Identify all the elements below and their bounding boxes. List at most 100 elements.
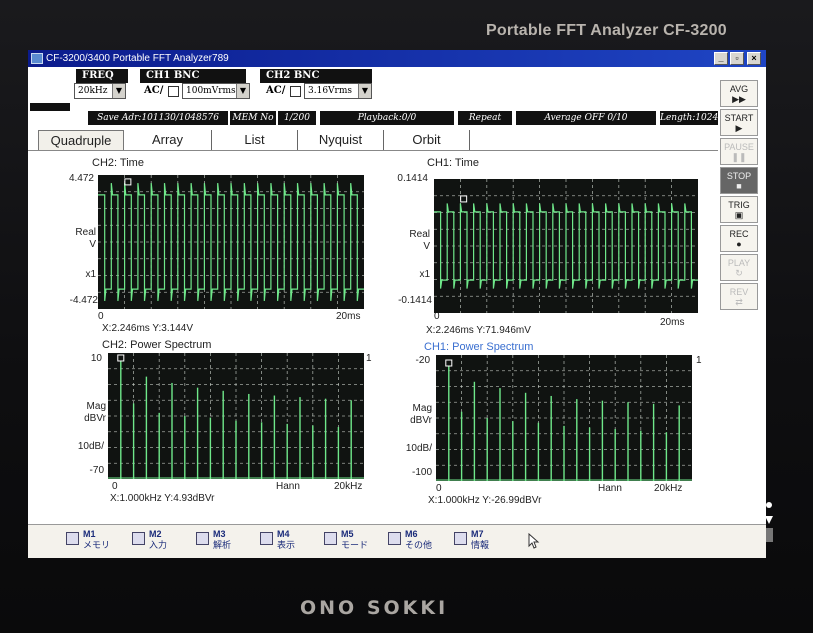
ch1-time-ymin: -0.1414 xyxy=(398,295,432,306)
play-icon: ▶ xyxy=(735,123,743,133)
window-title-bar: CF-3200/3400 Portable FFT Analyzer789 _ … xyxy=(28,50,766,67)
device-bezel: Portable FFT Analyzer CF-3200 ONO SOKKI … xyxy=(0,0,813,633)
plot-area: CH2: Time 4.472 Real V x1 -4.472 0 20ms … xyxy=(38,153,718,518)
menu-m5[interactable]: M5 モード xyxy=(324,529,386,553)
menu-m4-label: 表示 xyxy=(277,540,296,550)
stop-button[interactable]: STOP ■ xyxy=(720,167,758,194)
ch2-coupling-checkbox[interactable] xyxy=(290,86,301,97)
repeat-status: Repeat xyxy=(458,111,512,125)
rev-label: REV xyxy=(729,287,749,297)
stop-icon: ■ xyxy=(736,181,742,191)
other-icon xyxy=(388,532,401,545)
avg-label: AVG xyxy=(729,84,749,94)
play-button[interactable]: PLAY ↻ xyxy=(720,254,758,281)
menu-m2-label: 入力 xyxy=(149,540,168,550)
freq-select-value: 20kHz xyxy=(78,86,108,96)
ch1-time-xmax: 20ms xyxy=(660,317,685,328)
ch1-spectrum-ymin: -100 xyxy=(411,467,432,478)
menu-m7-key: M7 xyxy=(471,529,484,539)
info-icon xyxy=(454,532,467,545)
start-button[interactable]: START ▶ xyxy=(720,109,758,136)
view-tabs: Quadruple Array List Nyquist Orbit xyxy=(38,130,498,150)
ch2-time-yunit: V xyxy=(89,239,96,250)
menu-m3[interactable]: M3 解析 xyxy=(196,529,258,553)
rec-button[interactable]: REC ● xyxy=(720,225,758,252)
menu-m6[interactable]: M6 その他 xyxy=(388,529,450,553)
ch2-spectrum-scale: 10dB/ xyxy=(77,441,104,452)
ch1-spectrum-xmin: 0 xyxy=(436,483,442,494)
device-maker-logo: ONO SOKKI xyxy=(300,597,449,619)
rec-label: REC xyxy=(729,229,749,239)
ch2-range-select[interactable]: 3.16Vrms ▼ xyxy=(304,83,372,99)
minimize-button[interactable]: _ xyxy=(714,52,728,65)
ch1-spectrum-title: CH1: Power Spectrum xyxy=(424,341,534,353)
ch1-time-cursor-readout: X:2.246ms Y:71.946mV xyxy=(426,325,531,336)
ch2-spectrum-ymax: 10 xyxy=(90,353,102,364)
ch2-spectrum-cursor-readout: X:1.000kHz Y:4.93dBVr xyxy=(110,493,215,504)
ch2-time-ylabel: Real xyxy=(75,227,96,238)
menu-m5-label: モード xyxy=(341,540,369,550)
ch2-spectrum-xmax: 20kHz xyxy=(334,481,363,492)
menu-m7-label: 情報 xyxy=(471,540,490,550)
menu-m7[interactable]: M7 情報 xyxy=(454,529,516,553)
menu-m2[interactable]: M2 入力 xyxy=(132,529,194,553)
pause-icon: ❚❚ xyxy=(731,152,747,162)
ch1-spectrum-panel: CH1: Power Spectrum -20 Mag dBVr 10dB/ -… xyxy=(372,337,702,517)
floppy-icon xyxy=(66,532,79,545)
record-icon: ● xyxy=(736,239,742,249)
device-brand-title: Portable FFT Analyzer CF-3200 xyxy=(486,22,727,39)
ch1-time-ymax: 0.1414 xyxy=(397,173,428,184)
pause-button[interactable]: PAUSE ❚❚ xyxy=(720,138,758,165)
app-icon xyxy=(31,53,43,64)
tab-array[interactable]: Array xyxy=(124,130,212,150)
ch2-spectrum-yunit: dBVr xyxy=(84,413,106,424)
menu-m2-key: M2 xyxy=(149,529,162,539)
trig-button[interactable]: TRIG ▣ xyxy=(720,196,758,223)
tab-orbit[interactable]: Orbit xyxy=(384,130,470,150)
menu-m1-key: M1 xyxy=(83,529,96,539)
ch2-spectrum-ylabel: Mag xyxy=(86,401,106,412)
status-spacer xyxy=(30,103,70,111)
tab-quadruple[interactable]: Quadruple xyxy=(38,130,124,150)
freq-label: FREQ xyxy=(76,69,128,83)
menu-m4[interactable]: M4 表示 xyxy=(260,529,322,553)
ch2-time-plot[interactable] xyxy=(98,175,364,309)
replay-icon: ↻ xyxy=(735,268,743,278)
ch1-time-title: CH1: Time xyxy=(427,157,479,169)
ch1-spectrum-plot[interactable] xyxy=(436,355,692,481)
ch2-time-cursor-readout: X:2.246ms Y:3.144V xyxy=(102,323,193,334)
menu-m4-key: M4 xyxy=(277,529,290,539)
ch2-spectrum-window: Hann xyxy=(276,481,300,492)
ch2-spectrum-ymin: -70 xyxy=(89,465,104,476)
ch1-spectrum-ymax: -20 xyxy=(415,355,430,366)
trig-label: TRIG xyxy=(728,200,750,210)
waveform-trace xyxy=(434,203,698,289)
menu-taskbar: M1 メモリ M2 入力 M3 解析 M4 表示 M5 モード M6 その他 M7 情報 xyxy=(28,524,766,558)
ch1-range-select[interactable]: 100mVrms ▼ xyxy=(182,83,250,99)
menu-m6-label: その他 xyxy=(405,540,433,550)
ch1-range-value: 100mVrms xyxy=(186,86,236,96)
ch1-time-plot[interactable] xyxy=(434,179,698,313)
ch1-time-ylabel: Real xyxy=(409,229,430,240)
right-button-panel: AVG ▶▶ START ▶ PAUSE ❚❚ STOP ■ TRIG ▣ REC ● PL… xyxy=(718,80,762,320)
ch2-spectrum-right-tick: 1 xyxy=(366,353,372,364)
ch2-time-ymin: -4.472 xyxy=(69,295,98,306)
avg-button[interactable]: AVG ▶▶ xyxy=(720,80,758,107)
ch2-time-xmax: 20ms xyxy=(336,311,361,322)
ch2-spectrum-title: CH2: Power Spectrum xyxy=(102,339,212,351)
save-address: Save Adr:101130/1048576 xyxy=(88,111,228,125)
tab-nyquist[interactable]: Nyquist xyxy=(298,130,384,150)
ch2-spectrum-plot[interactable] xyxy=(108,353,364,479)
ch1-coupling-checkbox[interactable] xyxy=(168,86,179,97)
menu-m6-key: M6 xyxy=(405,529,418,539)
menu-m1[interactable]: M1 メモリ xyxy=(66,529,128,553)
rev-button[interactable]: REV ⇄ xyxy=(720,283,758,310)
pause-label: PAUSE xyxy=(724,142,754,152)
close-button[interactable]: × xyxy=(747,52,761,65)
freq-select[interactable]: 20kHz ▼ xyxy=(74,83,126,99)
mem-no-label: MEM No xyxy=(230,111,276,125)
restore-button[interactable]: ▫ xyxy=(730,52,744,65)
tab-list[interactable]: List xyxy=(212,130,298,150)
ch1-time-scale: x1 xyxy=(419,269,430,280)
ch1-label: CH1 BNC xyxy=(140,69,246,83)
